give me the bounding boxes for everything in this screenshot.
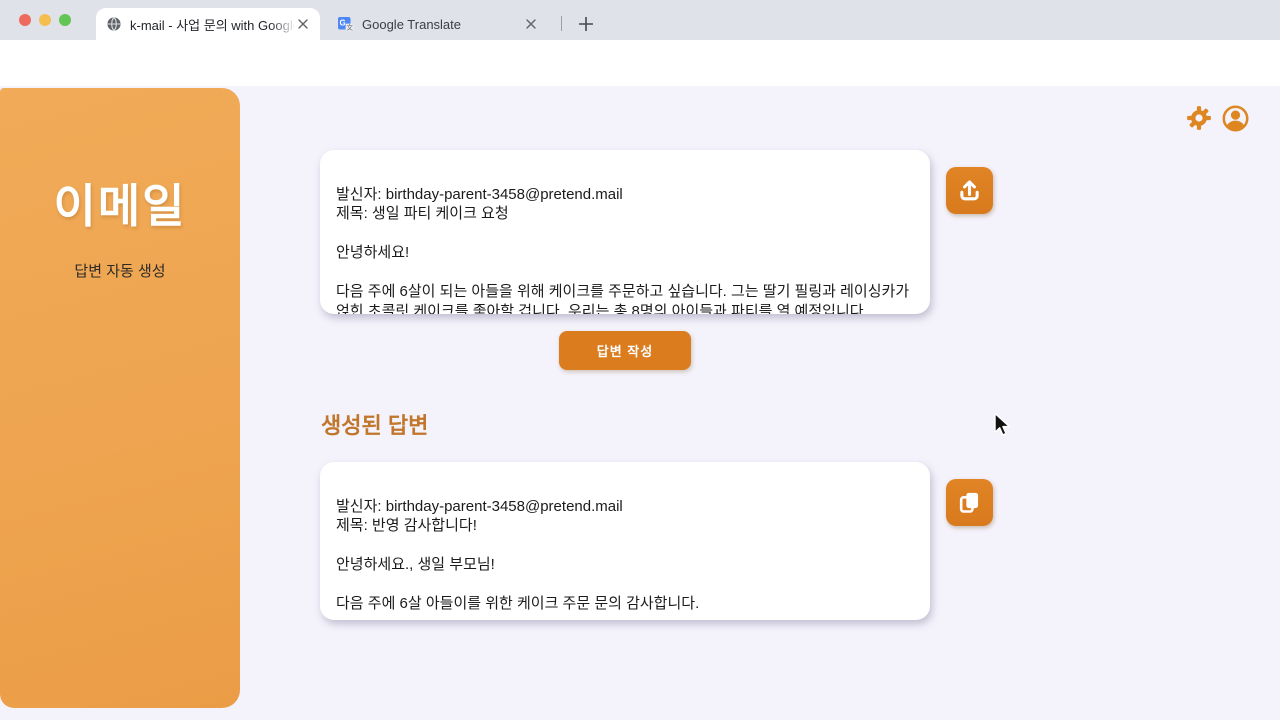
close-tab-icon[interactable] [522, 15, 540, 33]
upload-button[interactable] [946, 167, 993, 214]
person-icon[interactable] [1221, 104, 1249, 132]
app-subtitle: 답변 자동 생성 [0, 260, 240, 281]
incoming-email-card: 발신자: birthday-parent-3458@pretend.mail 제… [320, 150, 930, 314]
tab-separator [561, 16, 562, 31]
incoming-email-text: 발신자: birthday-parent-3458@pretend.mail 제… [336, 186, 909, 315]
tab-google-translate[interactable]: G 文 Google Translate [328, 8, 548, 40]
svg-text:G: G [339, 19, 345, 28]
generated-reply-heading: 생성된 답변 [321, 408, 428, 440]
close-tab-icon[interactable] [294, 15, 312, 33]
svg-text:文: 文 [347, 22, 354, 31]
browser-window: k-mail - 사업 문의 with Google G 文 Google Tr… [0, 0, 1280, 720]
copy-button[interactable] [946, 479, 993, 526]
globe-icon [106, 16, 122, 32]
app-title: 이메일 [0, 170, 240, 236]
new-tab-button[interactable] [571, 9, 601, 39]
close-window-button[interactable] [19, 14, 31, 26]
tab-kmail[interactable]: k-mail - 사업 문의 with Google [96, 8, 320, 40]
write-reply-button[interactable]: 답변 작성 [559, 331, 691, 370]
minimize-window-button[interactable] [39, 14, 51, 26]
browser-toolbar: 127.0.0.1:5000 [0, 40, 1280, 86]
gear-icon[interactable] [1185, 104, 1213, 132]
upload-icon [956, 177, 983, 204]
copy-icon [956, 489, 983, 516]
fullscreen-window-button[interactable] [59, 14, 71, 26]
tab-title-fade [270, 16, 296, 40]
generated-email-text: 발신자: birthday-parent-3458@pretend.mail 제… [336, 498, 705, 621]
tab-title: Google Translate [362, 17, 522, 32]
sidebar: 이메일 답변 자동 생성 [0, 88, 240, 708]
tab-strip: k-mail - 사업 문의 with Google G 文 Google Tr… [0, 0, 1280, 40]
google-translate-icon: G 文 [338, 16, 354, 32]
generated-email-card: 발신자: birthday-parent-3458@pretend.mail 제… [320, 462, 930, 620]
page-content: 이메일 답변 자동 생성 발신자: [0, 86, 1280, 720]
